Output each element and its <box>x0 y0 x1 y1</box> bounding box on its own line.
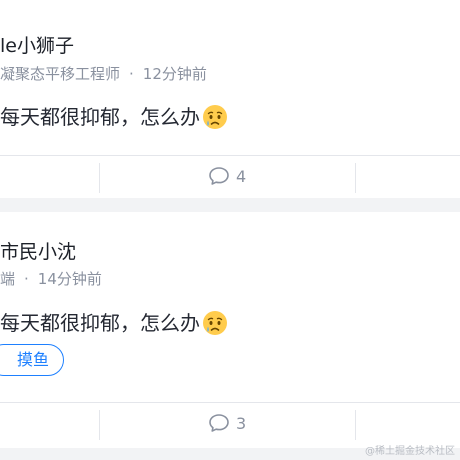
post-text: 每天都很抑郁，怎么办 <box>0 311 200 335</box>
action-bar: 4 <box>0 155 460 196</box>
post-card[interactable]: 市民小沈 端 · 14分钟前 每天都很抑郁，怎么办 摸鱼 3 <box>0 212 460 448</box>
post-content[interactable]: 每天都很抑郁，怎么办 <box>0 104 228 130</box>
author-meta: 凝聚态平移工程师 · 12分钟前 <box>0 67 207 82</box>
post-time: 12分钟前 <box>142 65 207 83</box>
topic-tag[interactable]: 摸鱼 <box>0 344 65 376</box>
crying-face-icon <box>203 311 227 335</box>
comment-icon <box>209 167 229 185</box>
post-time: 14分钟前 <box>37 270 102 288</box>
post-card[interactable]: le小狮子 凝聚态平移工程师 · 12分钟前 每天都很抑郁，怎么办 4 <box>0 0 460 198</box>
crying-face-icon <box>203 105 227 129</box>
author-name[interactable]: le小狮子 <box>0 37 74 56</box>
action-bar: 3 <box>0 402 460 443</box>
watermark: @稀土掘金技术社区 <box>365 446 455 457</box>
post-text: 每天都很抑郁，怎么办 <box>0 105 200 129</box>
author-meta: 端 · 14分钟前 <box>0 272 102 287</box>
author-title: 凝聚态平移工程师 <box>0 65 121 83</box>
divider <box>99 163 100 193</box>
meta-separator: · <box>24 270 29 288</box>
author-name[interactable]: 市民小沈 <box>0 243 76 262</box>
divider <box>355 410 356 440</box>
divider <box>99 410 100 440</box>
comment-count: 4 <box>236 166 247 186</box>
comment-button[interactable]: 3 <box>208 403 246 443</box>
post-content[interactable]: 每天都很抑郁，怎么办 <box>0 310 228 336</box>
divider <box>355 163 356 193</box>
author-title: 端 <box>0 270 16 288</box>
comment-icon <box>209 414 229 432</box>
meta-separator: · <box>129 65 134 83</box>
comment-count: 3 <box>236 413 247 433</box>
comment-button[interactable]: 4 <box>208 156 246 196</box>
